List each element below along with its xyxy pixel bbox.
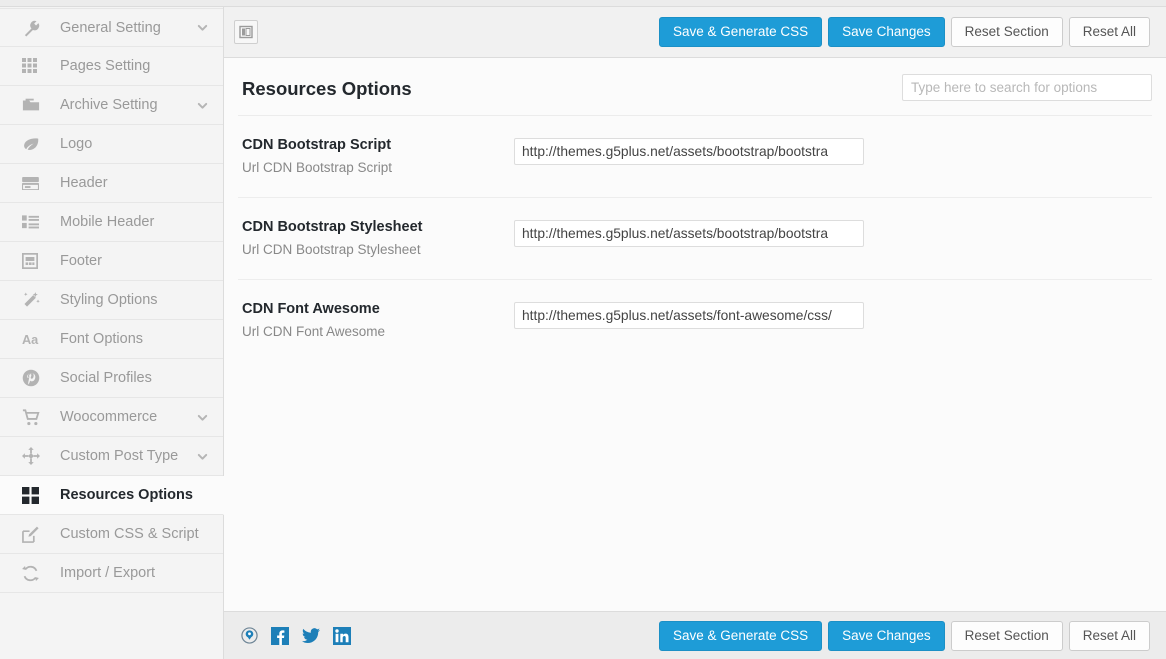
option-field-group [514,301,1152,329]
sidebar-item-label: Header [60,175,108,191]
sidebar-item-label: Woocommerce [60,409,158,425]
folder-icon [22,95,44,115]
toolbar-button-group: Save & Generate CSS Save Changes Reset Sec… [653,17,1150,47]
options-list: CDN Bootstrap Script Url CDN Bootstrap Sc… [238,116,1152,361]
list-icon [22,212,44,232]
chevron-down-icon[interactable] [196,450,209,463]
option-description: Url CDN Font Awesome [242,324,386,339]
edit-pencil-icon [22,524,44,544]
sidebar-collapse-icon[interactable] [234,20,258,44]
option-description: Url CDN Bootstrap Script [242,160,393,175]
option-title: CDN Bootstrap Stylesheet [242,219,423,235]
sidebar-item-list: General Setting Pages Setting Archive Sett… [0,8,224,593]
sidebar-item-label: Pages Setting [60,58,151,74]
search-input[interactable] [902,74,1152,101]
sidebar-item-general-setting[interactable]: General Setting [0,8,223,47]
chevron-down-icon[interactable] [196,21,209,34]
option-label-group: CDN Font Awesome Url CDN Font Awesome [242,301,514,339]
sidebar-item-label: General Setting [60,19,161,36]
sidebar-nav: General Setting Pages Setting Archive Sett… [0,7,224,659]
facebook-icon[interactable] [271,626,289,645]
content-header: Resources Options [238,58,1152,116]
sidebar-item-woocommerce[interactable]: Woocommerce [0,398,223,437]
sidebar-item-label: Styling Options [60,292,158,308]
option-label-group: CDN Bootstrap Script Url CDN Bootstrap Sc… [242,137,514,175]
sidebar-item-font-options[interactable]: Aa Font Options [0,320,223,359]
sidebar-item-pages-setting[interactable]: Pages Setting [0,47,223,86]
option-row: CDN Bootstrap Stylesheet Url CDN Bootstra… [238,198,1152,280]
footer-box-icon [22,251,44,271]
chevron-down-icon[interactable] [196,411,209,424]
dribbble-icon[interactable] [240,627,258,645]
sidebar-item-resources-options[interactable]: Resources Options [0,476,224,515]
magic-wand-icon [22,290,44,310]
shopping-cart-icon [22,407,44,427]
sidebar-item-logo[interactable]: Logo [0,125,223,164]
reset-section-button-footer[interactable]: Reset Section [950,620,1063,651]
font-aa-icon: Aa [22,329,44,349]
sidebar-item-import-export[interactable]: Import / Export [0,554,223,593]
option-field-group [514,219,1152,247]
save-changes-button[interactable]: Save Changes [828,17,945,47]
option-title: CDN Bootstrap Script [242,137,392,153]
leaf-icon [22,134,44,154]
sidebar-item-custom-post-type[interactable]: Custom Post Type [0,437,223,476]
save-generate-css-button-footer[interactable]: Save & Generate CSS [659,620,823,651]
option-url-input[interactable] [514,220,864,247]
sidebar-item-label: Font Options [60,331,144,347]
wrench-icon [22,18,44,38]
content-area: Resources Options CDN Bootstrap Script Ur… [224,58,1166,611]
footer-button-group: Save & Generate CSS Save Changes Reset Sec… [653,620,1150,651]
twitter-icon[interactable] [302,627,320,645]
save-changes-button-footer[interactable]: Save Changes [828,620,945,651]
reset-all-button-footer[interactable]: Reset All [1068,620,1150,651]
sidebar-filler [0,593,223,659]
options-panel: General Setting Pages Setting Archive Sett… [0,0,1166,659]
sidebar-item-social-profiles[interactable]: Social Profiles [0,359,223,398]
option-row: CDN Bootstrap Script Url CDN Bootstrap Sc… [238,116,1152,198]
sidebar-item-label: Resources Options [60,487,193,503]
sidebar-item-label: Custom Post Type [60,448,179,464]
chevron-down-icon[interactable] [196,99,209,112]
four-squares-icon [22,485,44,505]
panel-frame: General Setting Pages Setting Archive Sett… [0,6,1166,659]
sidebar-item-mobile-header[interactable]: Mobile Header [0,203,223,242]
sidebar-item-archive-setting[interactable]: Archive Setting [0,86,223,125]
top-toolbar: Save & Generate CSS Save Changes Reset Sec… [224,7,1166,58]
option-description: Url CDN Bootstrap Stylesheet [242,242,421,257]
reset-section-button[interactable]: Reset Section [950,17,1063,47]
sidebar-item-styling-options[interactable]: Styling Options [0,281,223,320]
sidebar-item-label: Social Profiles [60,370,152,386]
option-label-group: CDN Bootstrap Stylesheet Url CDN Bootstra… [242,219,514,257]
save-generate-css-button[interactable]: Save & Generate CSS [659,17,823,47]
option-url-input[interactable] [514,302,864,329]
linkedin-icon[interactable] [333,626,351,645]
option-title: CDN Font Awesome [242,301,380,317]
option-url-input[interactable] [514,138,864,165]
sidebar-item-label: Import / Export [60,565,156,581]
option-field-group [514,137,1152,165]
svg-text:Aa: Aa [22,332,39,347]
grid-dots-icon [22,56,44,76]
sidebar-item-custom-css-script[interactable]: Custom CSS & Script [0,515,223,554]
sidebar-item-label: Footer [60,253,102,269]
social-links [238,626,351,645]
header-bar-icon [22,173,44,193]
main-column: Save & Generate CSS Save Changes Reset Sec… [224,7,1166,659]
move-arrows-icon [22,446,44,466]
refresh-sync-icon [22,563,44,583]
sidebar-item-header[interactable]: Header [0,164,223,203]
reset-all-button[interactable]: Reset All [1068,17,1150,47]
pinterest-p-icon [22,368,44,388]
sidebar-item-label: Logo [60,136,93,152]
sidebar-item-footer[interactable]: Footer [0,242,223,281]
sidebar-item-label: Mobile Header [60,214,155,230]
sidebar-item-label: Custom CSS & Script [60,526,199,542]
option-row: CDN Font Awesome Url CDN Font Awesome [238,280,1152,361]
footer-bar: Save & Generate CSS Save Changes Reset Sec… [224,611,1166,659]
page-title: Resources Options [242,78,412,99]
sidebar-item-label: Archive Setting [60,97,158,113]
